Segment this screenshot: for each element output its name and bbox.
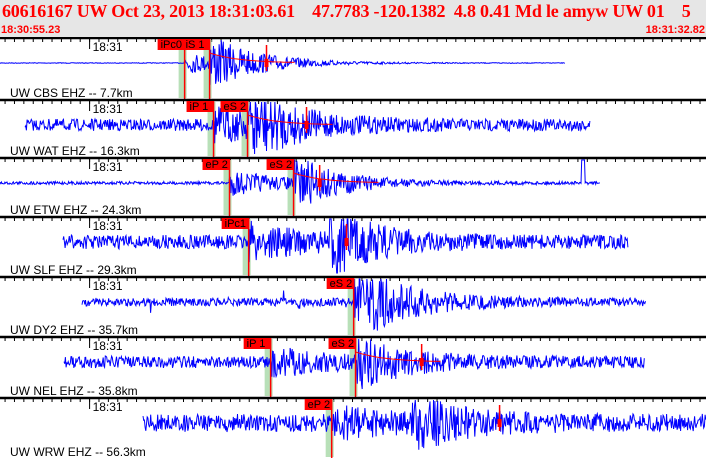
window-start-time: 18:30:55.23 bbox=[1, 24, 61, 36]
waveform-trace bbox=[81, 278, 646, 331]
channel-slf[interactable]: 18:31 iPc1 UW SLF EHZ -- 29.3km bbox=[0, 215, 706, 277]
event-title: 60616167 UW Oct 23, 2013 18:31:03.61 47.… bbox=[2, 1, 691, 21]
pick-label[interactable]: eS 2 bbox=[270, 159, 293, 171]
time-tick-label: 18:31 bbox=[93, 400, 123, 414]
pick-label[interactable]: eP 2 bbox=[308, 399, 330, 411]
pick-label[interactable]: iP 1 bbox=[247, 338, 266, 350]
station-label: UW ETW EHZ -- 24.3km bbox=[10, 203, 141, 217]
pick-label[interactable]: eS 2 bbox=[224, 101, 247, 113]
pick-label[interactable]: eS 2 bbox=[330, 278, 353, 290]
pick-label[interactable]: eP 2 bbox=[206, 159, 228, 171]
amplitude-mark bbox=[264, 59, 269, 67]
channel-cbs[interactable]: 18:31 iPc0 iS 1 UW CBS EHZ -- 7.7km bbox=[0, 37, 706, 100]
channel-nel[interactable]: 18:31 iP 1 eS 2 UW NEL EHZ -- 35.8km bbox=[0, 335, 706, 398]
channel-etw[interactable]: 18:31 eP 2 eS 2 UW ETW EHZ -- 24.3km bbox=[0, 156, 706, 217]
channel-wrw[interactable]: 18:31 eP 2 UW WRW EHZ -- 56.3km bbox=[0, 396, 706, 458]
time-tick-label: 18:31 bbox=[93, 219, 123, 233]
amplitude-mark bbox=[344, 238, 349, 246]
pick-label[interactable]: iP 1 bbox=[190, 101, 209, 113]
amplitude-mark bbox=[497, 419, 502, 427]
station-label: UW DY2 EHZ -- 35.7km bbox=[10, 323, 138, 337]
amplitude-mark bbox=[419, 358, 424, 366]
time-tick-label: 18:31 bbox=[93, 279, 123, 293]
time-tick-label: 18:31 bbox=[93, 40, 123, 54]
pick-label[interactable]: iS 1 bbox=[186, 39, 205, 51]
pick-label[interactable]: iPc0 bbox=[161, 39, 182, 51]
station-label: UW WRW EHZ -- 56.3km bbox=[10, 445, 146, 458]
time-tick-label: 18:31 bbox=[93, 102, 123, 116]
amplitude-mark bbox=[304, 121, 309, 129]
event-header: 60616167 UW Oct 23, 2013 18:31:03.61 47.… bbox=[0, 0, 706, 37]
amplitude-mark bbox=[317, 179, 322, 187]
channel-dy2[interactable]: 18:31 eS 2 UW DY2 EHZ -- 35.7km bbox=[0, 275, 706, 337]
waveform-trace bbox=[142, 399, 706, 450]
station-label: UW WAT EHZ -- 16.3km bbox=[10, 144, 140, 158]
window-end-time: 18:31:32.82 bbox=[645, 24, 705, 36]
station-label: UW NEL EHZ -- 35.8km bbox=[10, 384, 138, 398]
pick-label[interactable]: iPc1 bbox=[225, 218, 246, 230]
station-label: UW CBS EHZ -- 7.7km bbox=[10, 86, 133, 100]
station-label: UW SLF EHZ -- 29.3km bbox=[10, 263, 137, 277]
seismogram-panel[interactable]: 18:31 iPc0 iS 1 UW CBS EHZ -- 7.7km 18:31 iP … bbox=[0, 37, 706, 458]
pick-label[interactable]: eS 2 bbox=[332, 338, 355, 350]
time-tick-label: 18:31 bbox=[93, 160, 123, 174]
time-tick-label: 18:31 bbox=[93, 339, 123, 353]
channel-wat[interactable]: 18:31 iP 1 eS 2 UW WAT EHZ -- 16.3km bbox=[0, 98, 706, 158]
